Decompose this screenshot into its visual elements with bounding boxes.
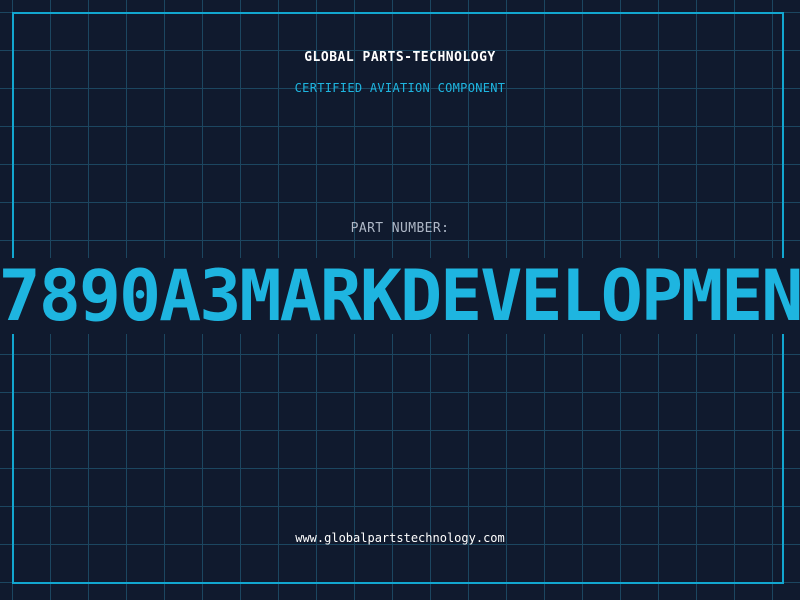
certification-subtitle: CERTIFIED AVIATION COMPONENT	[294, 81, 506, 95]
part-number-label: PART NUMBER:	[350, 221, 450, 236]
part-number-value: 67890A3MARKDEVELOPMENT	[0, 258, 800, 334]
website-url: www.globalpartstechnology.com	[295, 531, 505, 545]
part-number-band: 67890A3MARKDEVELOPMENT	[0, 258, 800, 334]
company-name: GLOBAL PARTS-TECHNOLOGY	[304, 50, 496, 65]
